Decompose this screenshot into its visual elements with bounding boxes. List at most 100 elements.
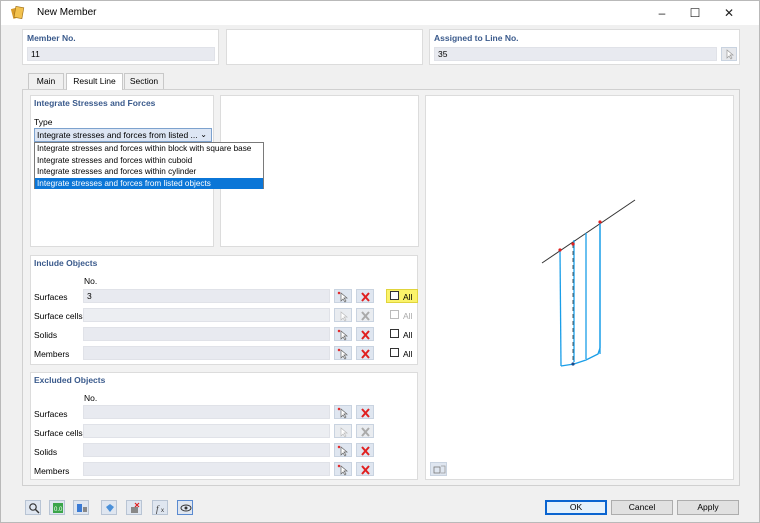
delete-x-icon bbox=[361, 465, 370, 475]
tab-result-line[interactable]: Result Line bbox=[66, 73, 123, 90]
include-surfaces-input[interactable]: 3 bbox=[83, 289, 330, 303]
exclude-solids-label: Solids bbox=[34, 447, 58, 457]
display-icon bbox=[106, 504, 114, 512]
exclude-surface-cells-input[interactable] bbox=[83, 424, 330, 438]
app-icon bbox=[11, 6, 25, 19]
pick-cursor-icon bbox=[337, 329, 348, 341]
delete-x-icon bbox=[361, 446, 370, 456]
model-icon bbox=[77, 504, 87, 512]
include-members-label: Members bbox=[34, 349, 70, 359]
exclude-members-pick-button[interactable] bbox=[334, 462, 352, 476]
assigned-line-label: Assigned to Line No. bbox=[434, 33, 519, 43]
minimize-button[interactable]: – bbox=[648, 4, 676, 22]
include-solids-input[interactable] bbox=[83, 327, 330, 341]
excluded-objects-title: Excluded Objects bbox=[34, 375, 106, 385]
type-label: Type bbox=[34, 117, 53, 127]
include-surface-cells-all-checkbox[interactable] bbox=[390, 310, 399, 319]
delete-x-icon bbox=[361, 311, 370, 321]
include-no-header: No. bbox=[84, 276, 98, 286]
exclude-surfaces-input[interactable] bbox=[83, 405, 330, 419]
pick-cursor-icon bbox=[340, 427, 348, 438]
exclude-surfaces-pick-button[interactable] bbox=[334, 405, 352, 419]
include-surfaces-all-label: All bbox=[403, 292, 413, 302]
pick-cursor-icon bbox=[340, 311, 348, 322]
display-tool-button[interactable] bbox=[101, 500, 117, 515]
include-surfaces-pick-button[interactable] bbox=[334, 289, 352, 303]
delete-x-icon bbox=[361, 292, 370, 302]
include-surfaces-delete-button[interactable] bbox=[356, 289, 374, 303]
include-members-all-checkbox[interactable] bbox=[390, 348, 399, 357]
units-icon: 0.0 bbox=[53, 503, 63, 513]
assigned-line-panel: Assigned to Line No. 35 bbox=[429, 29, 740, 65]
pick-line-button[interactable] bbox=[721, 47, 737, 61]
include-members-delete-button[interactable] bbox=[356, 346, 374, 360]
assigned-line-field[interactable]: 35 bbox=[434, 47, 717, 61]
svg-text:x: x bbox=[161, 508, 164, 514]
units-tool-button[interactable]: 0.0 bbox=[49, 500, 65, 515]
include-members-pick-button[interactable] bbox=[334, 346, 352, 360]
include-solids-delete-button[interactable] bbox=[356, 327, 374, 341]
include-surface-cells-delete-button[interactable] bbox=[356, 308, 374, 322]
tab-main[interactable]: Main bbox=[28, 73, 64, 89]
pick-cursor-icon bbox=[337, 445, 348, 457]
dropdown-option[interactable]: Integrate stresses and forces within blo… bbox=[35, 143, 263, 155]
tab-section[interactable]: Section bbox=[124, 73, 164, 89]
model-tool-button[interactable] bbox=[73, 500, 89, 515]
pick-cursor-icon bbox=[337, 407, 348, 419]
maximize-icon: ☐ bbox=[689, 6, 701, 20]
delete-x-icon bbox=[361, 427, 370, 437]
include-surfaces-all-checkbox[interactable] bbox=[390, 291, 399, 300]
cancel-button[interactable]: Cancel bbox=[611, 500, 673, 515]
window-title: New Member bbox=[37, 7, 97, 18]
view-options-icon bbox=[433, 465, 446, 474]
include-solids-label: Solids bbox=[34, 330, 58, 340]
pick-cursor-icon bbox=[726, 49, 734, 60]
delete-tool-button[interactable] bbox=[126, 500, 142, 515]
delete-x-icon bbox=[361, 330, 370, 340]
type-combobox[interactable]: Integrate stresses and forces from liste… bbox=[34, 128, 212, 142]
exclude-solids-input[interactable] bbox=[83, 443, 330, 457]
formula-icon: fx bbox=[156, 504, 164, 514]
member-no-field[interactable]: 11 bbox=[27, 47, 215, 61]
include-solids-pick-button[interactable] bbox=[334, 327, 352, 341]
include-surface-cells-label: Surface cells bbox=[34, 311, 83, 321]
exclude-solids-pick-button[interactable] bbox=[334, 443, 352, 457]
maximize-button[interactable]: ☐ bbox=[681, 4, 709, 22]
include-solids-all-checkbox[interactable] bbox=[390, 329, 399, 338]
ok-button[interactable]: OK bbox=[545, 500, 607, 515]
view-tool-button[interactable] bbox=[177, 500, 193, 515]
dropdown-option[interactable]: Integrate stresses and forces within cub… bbox=[35, 155, 263, 167]
include-surface-cells-all-label: All bbox=[403, 311, 413, 321]
formula-tool-button[interactable]: fx bbox=[152, 500, 168, 515]
include-members-all-label: All bbox=[403, 349, 413, 359]
preview-view-button[interactable] bbox=[430, 462, 447, 476]
include-solids-all-label: All bbox=[403, 330, 413, 340]
search-tool-button[interactable] bbox=[25, 500, 41, 515]
apply-button[interactable]: Apply bbox=[677, 500, 739, 515]
delete-x-icon bbox=[361, 408, 370, 418]
include-surface-cells-pick-button[interactable] bbox=[334, 308, 352, 322]
pick-cursor-icon bbox=[337, 348, 348, 360]
chevron-down-icon: ⌄ bbox=[200, 130, 207, 139]
exclude-surface-cells-delete-button[interactable] bbox=[356, 424, 374, 438]
close-button[interactable]: ✕ bbox=[715, 4, 743, 22]
exclude-members-input[interactable] bbox=[83, 462, 330, 476]
exclude-surface-cells-pick-button[interactable] bbox=[334, 424, 352, 438]
delete-objects-icon bbox=[131, 502, 140, 513]
include-objects-title: Include Objects bbox=[34, 258, 98, 268]
exclude-surface-cells-label: Surface cells bbox=[34, 428, 83, 438]
integrate-title: Integrate Stresses and Forces bbox=[34, 98, 156, 108]
title-bar: New Member – ☐ ✕ bbox=[1, 1, 759, 25]
exclude-surfaces-delete-button[interactable] bbox=[356, 405, 374, 419]
pick-cursor-icon bbox=[337, 291, 348, 303]
search-icon bbox=[29, 503, 40, 514]
exclude-solids-delete-button[interactable] bbox=[356, 443, 374, 457]
eye-icon bbox=[180, 504, 192, 512]
exclude-surfaces-label: Surfaces bbox=[34, 409, 68, 419]
dropdown-option-selected[interactable]: Integrate stresses and forces from liste… bbox=[35, 177, 263, 189]
exclude-members-delete-button[interactable] bbox=[356, 462, 374, 476]
dropdown-option[interactable]: Integrate stresses and forces within cyl… bbox=[35, 166, 263, 178]
include-surface-cells-input[interactable] bbox=[83, 308, 330, 322]
include-members-input[interactable] bbox=[83, 346, 330, 360]
pick-cursor-icon bbox=[337, 464, 348, 476]
